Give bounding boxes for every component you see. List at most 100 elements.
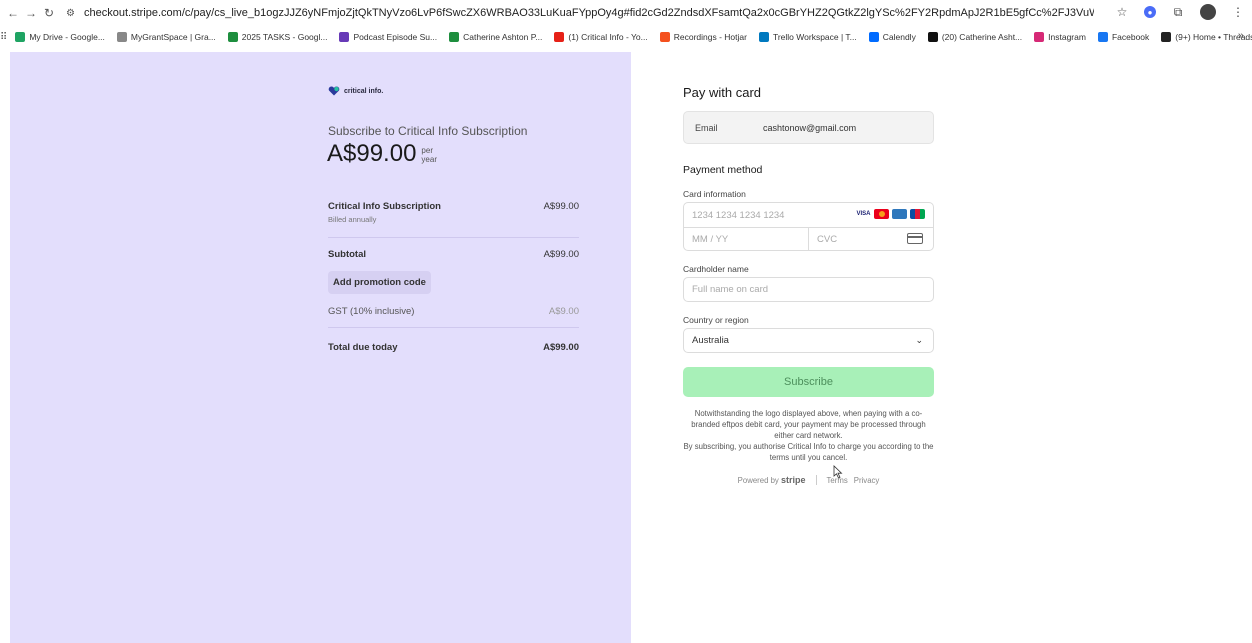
logo-text: critical info. [344, 87, 384, 95]
email-label: Email [695, 122, 718, 133]
mastercard-icon [874, 209, 889, 219]
payment-method-heading: Payment method [683, 164, 763, 176]
price-period: per year [421, 146, 437, 164]
card-field-divider [808, 227, 809, 251]
bookmark-star-icon[interactable]: ☆ [1114, 4, 1130, 20]
total-label: Total due today [328, 342, 398, 353]
password-manager-icon[interactable]: ● [1144, 6, 1156, 18]
cvc-input[interactable]: CVC [817, 234, 837, 245]
email-value: cashtonow@gmail.com [763, 122, 857, 133]
bookmark-favicon-icon [659, 32, 670, 42]
summary-divider [328, 327, 579, 328]
bookmark-list: My Drive - Google... MyGrantSpace | Gra..… [15, 32, 1252, 42]
pay-with-card-heading: Pay with card [683, 85, 762, 100]
mouse-cursor-icon [833, 465, 843, 479]
total-row: Total due today A$99.00 [328, 342, 579, 353]
bookmark-item[interactable]: (20) Catherine Asht... [927, 32, 1023, 42]
expiry-input[interactable]: MM / YY [692, 234, 728, 245]
url-path: /c/pay/cs_live_b1ogzJJZ6yNFmjoZjtQkTNyVz… [181, 7, 1094, 19]
eftpos-notice: Notwithstanding the logo displayed above… [691, 409, 926, 440]
card-information-field: 1234 1234 1234 1234 VISA MM / YY CVC [683, 202, 934, 251]
bookmark-favicon-icon [554, 32, 565, 42]
chevron-down-icon: ⌄ [915, 335, 923, 345]
bookmark-item[interactable]: Trello Workspace | T... [758, 32, 857, 42]
reload-icon[interactable]: ↻ [40, 6, 58, 20]
amex-icon [892, 209, 907, 219]
profile-avatar[interactable] [1200, 4, 1216, 20]
bookmark-label: 2025 TASKS - Googl... [241, 32, 328, 42]
privacy-link[interactable]: Privacy [854, 476, 880, 485]
cardholder-name-input[interactable]: Full name on card [683, 277, 934, 302]
line-item-amount: A$99.00 [543, 201, 579, 212]
bookmark-label: (20) Catherine Asht... [941, 32, 1023, 42]
menu-icon[interactable]: ⋮ [1230, 4, 1246, 20]
bookmark-favicon-icon [1097, 32, 1108, 42]
bookmark-favicon-icon [1161, 32, 1172, 42]
card-information-label: Card information [683, 189, 746, 199]
brand-logo: critical info. [328, 86, 383, 96]
subtotal-row: Subtotal A$99.00 [328, 249, 579, 260]
card-brands: VISA [856, 209, 925, 219]
site-info-icon[interactable]: ⚙ [66, 8, 80, 19]
line-item-name: Critical Info Subscription [328, 201, 441, 212]
bookmark-item[interactable]: Facebook [1097, 32, 1150, 42]
bookmark-item[interactable]: 2025 TASKS - Googl... [227, 32, 328, 42]
subscribe-button[interactable]: Subscribe [683, 367, 934, 397]
bookmark-item[interactable]: Podcast Episode Su... [339, 32, 437, 42]
footer-divider [815, 475, 817, 485]
powered-by-footer: Powered by stripe Terms Privacy [683, 475, 934, 485]
bookmark-favicon-icon [758, 32, 769, 42]
bookmark-item[interactable]: MyGrantSpace | Gra... [116, 32, 216, 42]
powered-by-link[interactable]: Powered by stripe [738, 475, 806, 485]
country-select[interactable]: Australia ⌄ [683, 328, 934, 353]
gst-row: GST (10% inclusive) A$9.00 [328, 306, 579, 317]
bookmark-label: Trello Workspace | T... [772, 32, 857, 42]
browser-toolbar: ← → ↻ ⚙ checkout.stripe.com/c/pay/cs_liv… [0, 0, 1252, 26]
bookmark-label: Calendly [882, 32, 916, 42]
price-amount: A$99.00 [327, 140, 417, 167]
bookmark-label: Instagram [1048, 32, 1086, 42]
add-promotion-code-button[interactable]: Add promotion code [328, 271, 431, 294]
subscription-authorisation: By subscribing, you authorise Critical I… [683, 442, 934, 462]
bookmark-label: MyGrantSpace | Gra... [130, 32, 216, 42]
back-icon[interactable]: ← [4, 6, 22, 20]
bookmark-favicon-icon [1034, 32, 1045, 42]
bookmark-favicon-icon [868, 32, 879, 42]
cvc-card-icon [907, 233, 923, 244]
url-host: checkout.stripe.com [84, 7, 182, 19]
card-number-input[interactable]: 1234 1234 1234 1234 [692, 210, 784, 221]
bookmark-item[interactable]: Instagram [1034, 32, 1086, 42]
bookmark-label: Recordings - Hotjar [673, 32, 747, 42]
address-bar[interactable]: checkout.stripe.com/c/pay/cs_live_b1ogzJ… [84, 7, 1094, 19]
bookmark-item[interactable]: My Drive - Google... [15, 32, 105, 42]
cardholder-name-label: Cardholder name [683, 264, 749, 274]
jcb-icon [910, 209, 925, 219]
apps-grid-icon[interactable]: ⠿ [0, 32, 7, 43]
bookmark-label: Facebook [1111, 32, 1150, 42]
bookmark-favicon-icon [927, 32, 938, 42]
bookmark-label: My Drive - Google... [29, 32, 105, 42]
heart-logo-icon [328, 86, 340, 96]
country-value: Australia [692, 335, 729, 346]
summary-divider [328, 237, 579, 238]
forward-icon[interactable]: → [22, 6, 40, 20]
country-label: Country or region [683, 315, 749, 325]
total-amount: A$99.00 [543, 342, 579, 353]
bookmark-label: (1) Critical Info - Yo... [568, 32, 648, 42]
bookmark-item[interactable]: (1) Critical Info - Yo... [554, 32, 648, 42]
bookmark-item[interactable]: Recordings - Hotjar [659, 32, 747, 42]
email-row: Email cashtonow@gmail.com [683, 111, 934, 144]
bookmark-label: Catherine Ashton P... [463, 32, 543, 42]
bookmark-favicon-icon [449, 32, 460, 42]
legal-text: Notwithstanding the logo displayed above… [683, 408, 934, 463]
bookmark-label: Podcast Episode Su... [353, 32, 438, 42]
more-bookmarks-icon[interactable]: » [1238, 30, 1244, 42]
subtotal-amount: A$99.00 [543, 249, 579, 260]
bookmark-item[interactable]: Calendly [868, 32, 916, 42]
bookmark-favicon-icon [116, 32, 127, 42]
line-item-billing: Billed annually [328, 215, 377, 224]
bookmarks-bar: ⠿ My Drive - Google... MyGrantSpace | Gra… [0, 26, 1252, 48]
bookmark-favicon-icon [15, 32, 26, 42]
bookmark-item[interactable]: Catherine Ashton P... [449, 32, 542, 42]
extensions-icon[interactable]: ⧉ [1170, 4, 1186, 20]
